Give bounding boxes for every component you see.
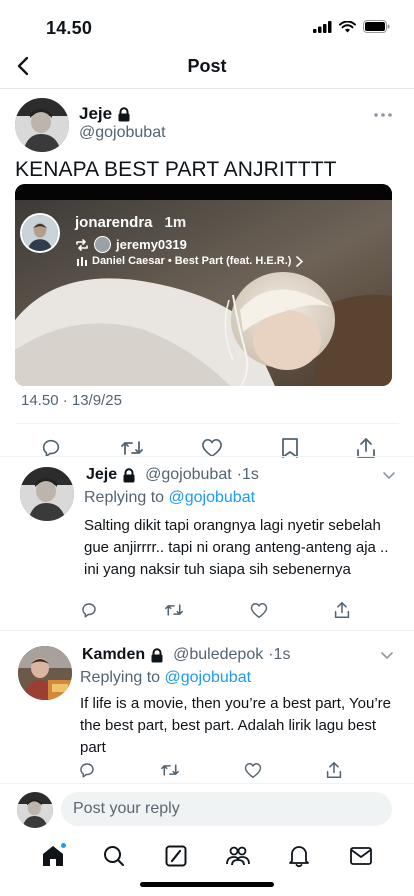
signal-icon [313, 20, 332, 33]
repost-avatar [94, 236, 111, 253]
nav-divider [0, 88, 414, 89]
reply-actions [80, 601, 350, 619]
story-time: 1m [164, 214, 187, 231]
music-bars-icon [77, 256, 87, 266]
like-button[interactable] [244, 762, 262, 779]
story-repost: jeremy0319 [75, 236, 187, 253]
replying-to: Replying to @gojobubat [84, 489, 255, 507]
grok-icon [165, 845, 187, 867]
battery-icon [363, 20, 390, 33]
divider [0, 630, 414, 631]
reply-author[interactable]: Jeje @gojobubat ·1s [86, 466, 259, 484]
tab-communities[interactable] [220, 838, 256, 874]
reply-author[interactable]: Kamden @buledepok ·1s [82, 646, 290, 664]
tweet-timestamp: 14.50 · 13/9/25 [21, 392, 122, 409]
replying-prefix: Replying to [80, 669, 161, 686]
reply-time: ·1s [236, 466, 259, 483]
reply-options-button[interactable] [382, 471, 396, 481]
back-button[interactable] [14, 54, 36, 78]
author-name[interactable]: Jeje [79, 104, 131, 124]
replying-prefix: Replying to [84, 489, 165, 506]
status-time: 14.50 [46, 18, 93, 38]
divider [15, 423, 399, 424]
heart-icon [202, 439, 222, 457]
story-music[interactable]: Daniel Caesar • Best Part (feat. H.E.R.) [77, 255, 304, 267]
heart-icon [244, 762, 262, 778]
repost-button[interactable] [160, 761, 180, 779]
author-avatar[interactable] [15, 98, 69, 152]
reply-icon [80, 763, 94, 778]
reply-name: Jeje [86, 466, 118, 483]
divider [0, 783, 414, 784]
tab-search[interactable] [96, 838, 132, 874]
reply-name: Kamden [82, 646, 146, 663]
like-button[interactable] [250, 602, 268, 619]
reply-input[interactable]: Post your reply [61, 792, 392, 826]
media-photo [15, 200, 392, 386]
reply-text: Salting dikit tapi orangnya lagi nyetir … [84, 517, 389, 578]
story-avatar[interactable] [20, 213, 60, 253]
bottom-tab-bar [0, 838, 414, 874]
repost-button[interactable] [164, 601, 184, 619]
share-button[interactable] [326, 761, 342, 779]
composer-avatar [17, 792, 53, 828]
more-icon [374, 113, 392, 117]
share-icon [334, 602, 350, 618]
tab-messages[interactable] [343, 838, 379, 874]
tab-notifications[interactable] [281, 838, 317, 874]
retweet-icon [161, 764, 179, 776]
media-top-bar [15, 184, 392, 200]
story-user: jonarendra 1m [75, 214, 186, 231]
mail-icon [350, 847, 373, 865]
divider [0, 456, 414, 457]
reply-avatar[interactable] [18, 646, 72, 700]
reposted-from: jeremy0319 [116, 237, 187, 252]
share-icon [326, 762, 342, 778]
reply-icon [82, 603, 96, 618]
home-indicator [140, 882, 274, 887]
story-username: jonarendra [75, 214, 153, 231]
share-button[interactable] [334, 601, 350, 619]
tab-home[interactable] [35, 838, 71, 874]
chevron-down-icon [383, 472, 395, 480]
reply-button[interactable] [80, 601, 98, 619]
lock-icon [123, 467, 135, 482]
reply-actions [78, 761, 342, 779]
page-title: Post [187, 56, 227, 76]
replying-mention[interactable]: @gojobubat [165, 669, 252, 686]
wifi-icon [339, 20, 356, 32]
search-icon [104, 846, 125, 866]
chevron-right-icon [296, 255, 304, 267]
bell-icon [289, 846, 310, 868]
reply-avatar[interactable] [20, 467, 74, 521]
reply-button[interactable] [78, 761, 96, 779]
music-title: Daniel Caesar • Best Part (feat. H.E.R.) [92, 255, 292, 267]
reply-handle: @gojobubat [145, 466, 232, 483]
chevron-down-icon [381, 652, 393, 660]
lock-icon [118, 106, 130, 121]
replying-mention[interactable]: @gojobubat [169, 489, 256, 506]
tweet-media[interactable]: jonarendra 1m jeremy0319 Daniel Caesar •… [15, 184, 392, 386]
heart-icon [250, 602, 268, 618]
author-name-text: Jeje [79, 104, 113, 123]
chevron-left-icon [17, 56, 29, 76]
reply-options-button[interactable] [380, 651, 394, 661]
author-handle[interactable]: @gojobubat [79, 124, 166, 142]
communities-icon [225, 846, 250, 866]
replying-to: Replying to @gojobubat [80, 669, 251, 687]
reply-text: If life is a movie, then you’re a best p… [80, 695, 392, 756]
repost-icon [76, 238, 88, 251]
more-options-button[interactable] [373, 110, 393, 120]
reply-handle: @buledepok [173, 646, 264, 663]
status-icons [313, 20, 390, 33]
reply-time: ·1s [268, 646, 291, 663]
retweet-icon [165, 604, 183, 616]
like-button[interactable] [201, 438, 223, 458]
tweet-text: KENAPA BEST PART ANJRITTTT [15, 158, 337, 181]
notification-dot [59, 842, 67, 849]
tab-grok[interactable] [158, 838, 194, 874]
lock-icon [151, 647, 163, 662]
